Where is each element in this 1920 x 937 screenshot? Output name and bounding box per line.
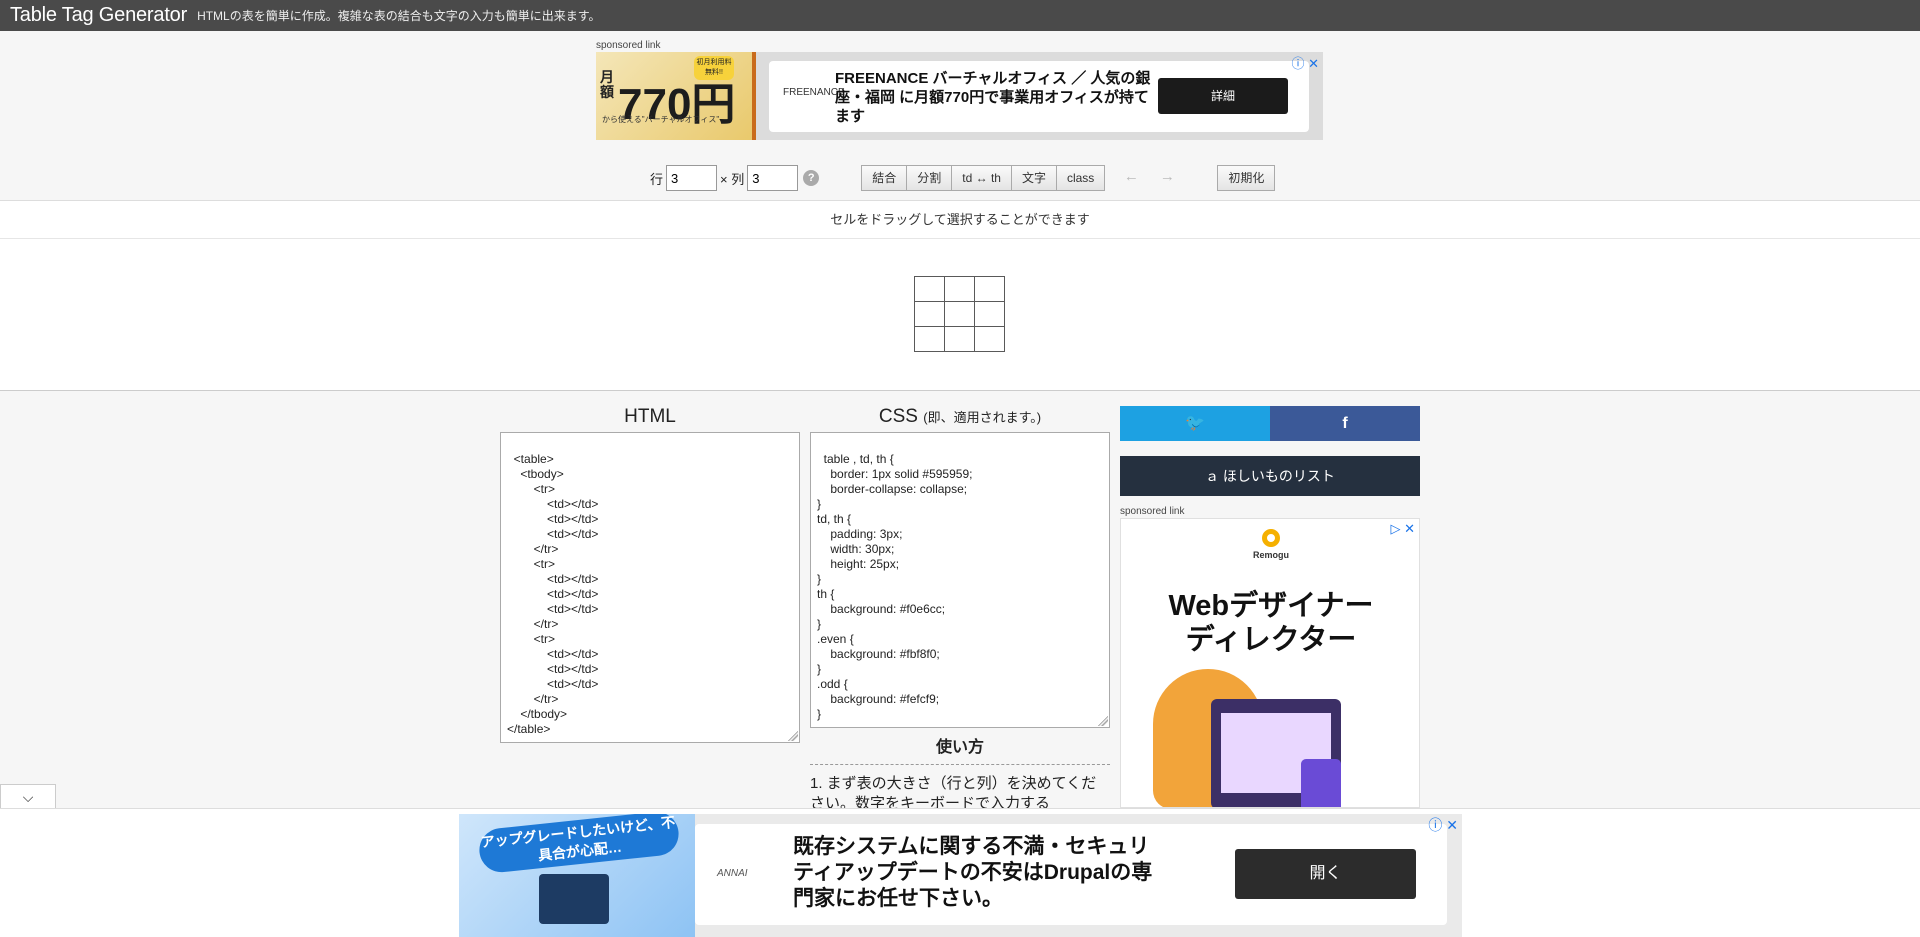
- css-pane-note: (即、適用されます。): [923, 410, 1042, 425]
- table-cell[interactable]: [944, 301, 975, 327]
- cols-input[interactable]: [747, 165, 799, 191]
- table-editor: セルをドラッグして選択することができます: [0, 200, 1920, 391]
- twitter-icon: 🐦: [1185, 415, 1205, 432]
- class-button[interactable]: class: [1056, 165, 1106, 191]
- table-cell[interactable]: [974, 276, 1005, 302]
- bottom-banner-ad[interactable]: アップグレードしたいけど、不具合が心配… ANNAI 既存システムに関する不満・…: [459, 814, 1462, 937]
- table-cell[interactable]: [914, 276, 945, 302]
- ad-content[interactable]: ANNAI 既存システムに関する不満・セキュリティアップデートの不安はDrupa…: [695, 824, 1447, 925]
- ad-bubble: アップグレードしたいけど、不具合が心配…: [477, 814, 681, 875]
- top-header: Table Tag Generator HTMLの表を簡単に作成。複雑な表の結合…: [0, 0, 1920, 31]
- ad-open-button[interactable]: 開く: [1235, 849, 1416, 899]
- ad-close-icon[interactable]: ⓘ ✕: [1428, 815, 1458, 835]
- ad-detail-button[interactable]: 詳細: [1158, 78, 1288, 114]
- table-cell[interactable]: [974, 301, 1005, 327]
- html-code: <table> <tbody> <tr> <td></td> <td></td>…: [507, 452, 599, 736]
- collapse-ad-button[interactable]: ⌵: [0, 784, 56, 808]
- facebook-icon: f: [1342, 415, 1348, 432]
- cols-label: × 列: [720, 171, 745, 187]
- site-logo[interactable]: Table Tag Generator: [10, 4, 187, 27]
- reset-button[interactable]: 初期化: [1217, 165, 1276, 191]
- ad-close-icon[interactable]: ⓘ ✕: [1291, 53, 1319, 72]
- cell-action-buttons: 結合 分割 td ↔ th 文字 class: [861, 165, 1106, 191]
- side-banner-ad[interactable]: Remogu Webデザイナー ディレクター ▷ ✕: [1120, 518, 1420, 808]
- ad-image-sub: から使える"バーチャルオフィス": [602, 115, 720, 124]
- table-cell[interactable]: [944, 326, 975, 352]
- twitter-share-button[interactable]: 🐦: [1120, 406, 1270, 441]
- ad-content[interactable]: FREENANCE FREENANCE バーチャルオフィス ／ 人気の銀座・福岡…: [769, 61, 1309, 132]
- table-cell[interactable]: [914, 301, 945, 327]
- share-buttons: 🐦 f: [1120, 406, 1420, 441]
- ad-image-prefix: 月額: [600, 69, 614, 100]
- rows-label: 行: [650, 171, 664, 187]
- site-tagline: HTMLの表を簡単に作成。複雑な表の結合も文字の入力も簡単に出来ます。: [197, 9, 601, 23]
- ad-text[interactable]: FREENANCE バーチャルオフィス ／ 人気の銀座・福岡 に月額770円で事…: [835, 69, 1155, 126]
- table-controls: 行 × 列 ? 結合 分割 td ↔ th 文字 class ← → 初期化: [650, 164, 1276, 192]
- ad-brand: ANNAI: [717, 868, 748, 879]
- chevron-down-icon: ⌵: [22, 789, 34, 805]
- text-button[interactable]: 文字: [1011, 165, 1057, 191]
- sponsored-label-side: sponsored link: [1120, 506, 1185, 517]
- undo-arrow-icon[interactable]: ←: [1113, 165, 1149, 191]
- html-pane-title: HTML: [624, 406, 676, 427]
- editable-table[interactable]: [914, 276, 1005, 352]
- help-icon[interactable]: ?: [803, 170, 820, 186]
- sponsored-label-top: sponsored link: [596, 40, 661, 51]
- ad-illustration-monitor: [539, 874, 609, 924]
- usage-divider: [810, 764, 1110, 765]
- resize-handle-icon[interactable]: [788, 731, 798, 741]
- ad-illustration-phone: [1301, 759, 1341, 807]
- css-pane-title: CSS (即、適用されます。): [878, 406, 1042, 427]
- table-cell[interactable]: [974, 326, 1005, 352]
- ad-text[interactable]: 既存システムに関する不満・セキュリティアップデートの不安はDrupalの専門家に…: [793, 834, 1153, 912]
- remogu-logo-icon: [1262, 529, 1280, 547]
- redo-arrow-icon[interactable]: →: [1149, 165, 1185, 191]
- wishlist-button[interactable]: ａ ほしいものリスト: [1120, 456, 1420, 496]
- html-output-textarea[interactable]: <table> <tbody> <tr> <td></td> <td></td>…: [500, 432, 800, 743]
- merge-button[interactable]: 結合: [861, 165, 908, 191]
- ad-image[interactable]: アップグレードしたいけど、不具合が心配…: [459, 814, 695, 937]
- ad-headline: Webデザイナー ディレクター: [1168, 590, 1374, 656]
- ad-brand: Remogu: [1251, 529, 1291, 560]
- split-button[interactable]: 分割: [907, 165, 953, 191]
- table-cell[interactable]: [944, 276, 975, 302]
- facebook-share-button[interactable]: f: [1270, 406, 1420, 441]
- css-editor-textarea[interactable]: table , td, th { border: 1px solid #5959…: [810, 432, 1110, 728]
- top-banner-ad[interactable]: 初月利用料無料!! 月額 770円 から使える"バーチャルオフィス" FREEN…: [596, 52, 1323, 140]
- resize-handle-icon[interactable]: [1098, 716, 1108, 726]
- drag-hint: セルをドラッグして選択することができます: [0, 201, 1920, 239]
- td-th-toggle-button[interactable]: td ↔ th: [952, 165, 1012, 191]
- table-cell[interactable]: [914, 326, 945, 352]
- ad-close-icon[interactable]: ▷ ✕: [1390, 521, 1415, 537]
- usage-title: 使い方: [935, 739, 984, 756]
- css-code: table , td, th { border: 1px solid #5959…: [817, 452, 973, 721]
- ad-image[interactable]: 初月利用料無料!! 月額 770円 から使える"バーチャルオフィス": [596, 52, 756, 140]
- rows-input[interactable]: [666, 165, 718, 191]
